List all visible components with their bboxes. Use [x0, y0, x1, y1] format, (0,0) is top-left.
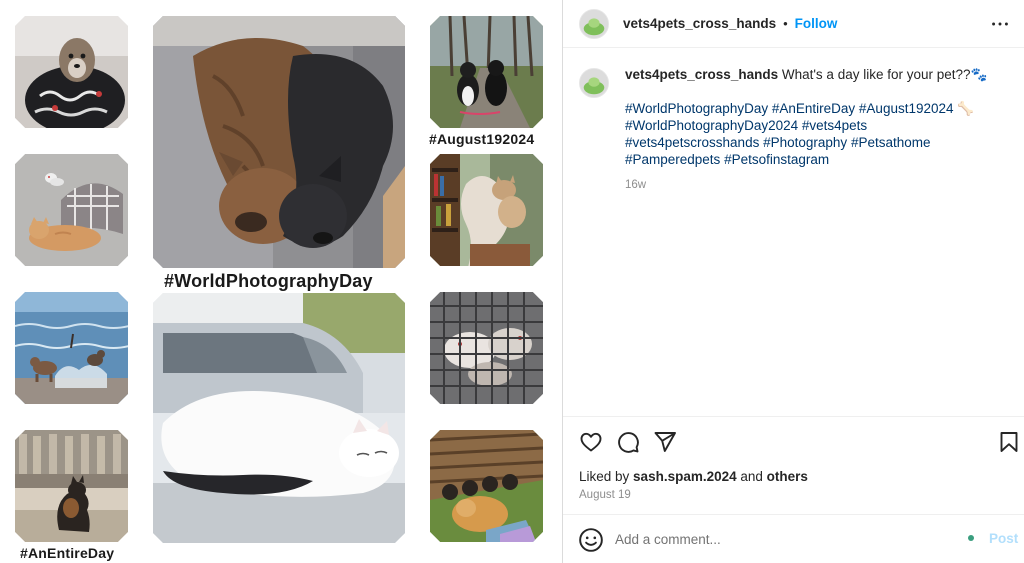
caption-avatar[interactable]: [579, 68, 609, 98]
follow-button[interactable]: Follow: [795, 16, 838, 31]
hashtag-link[interactable]: #WorldPhotographyDay: [625, 101, 768, 116]
hashtag-link[interactable]: #Petsathome: [851, 135, 931, 150]
caption-body: What's a day like for your pet??🐾: [778, 67, 988, 82]
share-icon[interactable]: [652, 429, 678, 455]
caption-username[interactable]: vets4pets_cross_hands: [625, 67, 778, 82]
photo-rats-in-cage: [430, 292, 543, 404]
hashtag-link[interactable]: #Petsofinstagram: [724, 152, 829, 167]
caption-august-19-2024: #August192024: [429, 131, 535, 147]
comment-icon[interactable]: [615, 429, 641, 455]
heart-icon[interactable]: [578, 429, 604, 455]
hashtag-link[interactable]: #vets4pets: [802, 118, 867, 133]
photo-dogs-at-beach: [15, 292, 128, 404]
separator-dot: •: [783, 16, 788, 31]
caption-world-photography-day: #WorldPhotographyDay: [164, 271, 373, 291]
bone-emoji: 🦴: [957, 101, 975, 116]
post-date[interactable]: August 19: [579, 489, 631, 501]
post-header: vets4pets_cross_hands • Follow: [563, 0, 1024, 48]
photo-two-dogs-on-couch: [153, 16, 405, 268]
liked-by-prefix: Liked by: [579, 469, 634, 484]
comment-bar: Post: [563, 514, 1024, 563]
photo-white-cat-on-car: [153, 293, 405, 543]
liked-by-and: and: [736, 469, 767, 484]
liked-by-summary: Liked by sash.spam.2024 and others: [579, 469, 808, 484]
post-side-panel: vets4pets_cross_hands • Follow vets4pets…: [563, 0, 1024, 563]
bookmark-icon[interactable]: [996, 429, 1022, 455]
photo-dog-in-blanket: [15, 16, 128, 128]
photo-dog-under-logs: [430, 430, 543, 542]
smiley-icon[interactable]: [578, 527, 604, 553]
photo-dog-on-cat-tree: [430, 154, 543, 266]
comment-input[interactable]: [615, 528, 935, 550]
hashtag-list: #WorldPhotographyDay #AnEntireDay #Augus…: [625, 100, 1005, 168]
post-age[interactable]: 16w: [625, 177, 1005, 194]
status-dot: [968, 535, 974, 541]
photo-two-dogs-on-path: [430, 16, 543, 128]
action-bar: Liked by sash.spam.2024 and others Augus…: [563, 416, 1024, 514]
more-options-icon[interactable]: [986, 10, 1014, 38]
hashtag-link[interactable]: #Pamperedpets: [625, 152, 720, 167]
hashtag-link[interactable]: #AnEntireDay: [772, 101, 855, 116]
hashtag-link[interactable]: #vets4petscrosshands: [625, 135, 759, 150]
hashtag-link[interactable]: #August192024: [859, 101, 954, 116]
post-media-collage[interactable]: #WorldPhotographyDay #August192024 #AnEn…: [0, 0, 563, 563]
liked-by-others-link[interactable]: others: [767, 469, 808, 484]
avatar[interactable]: [579, 8, 609, 39]
photo-cat-and-pet-bed: [15, 154, 128, 266]
header-username[interactable]: vets4pets_cross_hands: [623, 16, 776, 31]
hashtag-link[interactable]: #Photography: [763, 135, 847, 150]
photo-dog-at-ruins: [15, 430, 128, 542]
caption-text-block: vets4pets_cross_hands What's a day like …: [625, 66, 1005, 194]
liked-by-user-link[interactable]: sash.spam.2024: [633, 469, 737, 484]
post-comment-button[interactable]: Post: [989, 531, 1018, 546]
caption-an-entire-day: #AnEntireDay: [20, 545, 115, 561]
hashtag-link[interactable]: #WorldPhotographyDay2024: [625, 118, 798, 133]
